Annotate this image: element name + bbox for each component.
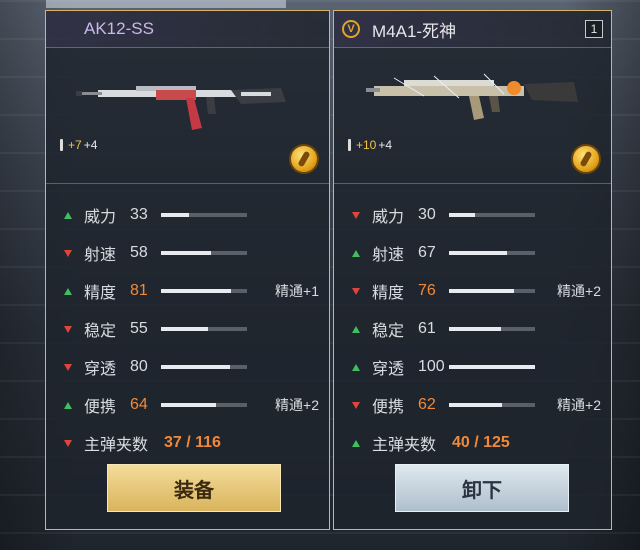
- stat-value: 100: [418, 358, 445, 375]
- mastery-bonus: 精通+2: [557, 283, 601, 299]
- stat-value: 33: [130, 206, 148, 223]
- stat-bar: [161, 403, 247, 407]
- legendary-v-icon: V: [342, 20, 360, 38]
- equip-button[interactable]: 装备: [107, 464, 281, 512]
- stat-bar: [449, 213, 535, 217]
- stat-row: 稳定 61: [334, 310, 611, 348]
- weapon-name: M4A1-死神: [372, 21, 457, 41]
- magazine-row: 主弹夹数 40 / 125: [334, 424, 611, 462]
- stat-bar: [161, 251, 247, 255]
- magazine-value: 37 / 116: [164, 434, 221, 451]
- stat-row: 穿透 80: [46, 348, 329, 386]
- arrow-up-icon: [64, 401, 72, 409]
- ammo-bonus: +10 +4: [348, 138, 392, 152]
- arrow-up-icon: [64, 287, 72, 295]
- ammo-extra-value: +4: [378, 138, 393, 152]
- m4a1-weapon-image: [366, 73, 578, 120]
- stat-row: 射速 67: [334, 234, 611, 272]
- mastery-bonus: 精通+2: [557, 397, 601, 413]
- stats-list: 威力 30 射速 67 精度 76 精通+2 稳定 61 穿透 100 便携 62 精通+2 主弹夹数 40 …: [334, 184, 611, 462]
- weapon-name: AK12-SS: [84, 19, 154, 38]
- stat-value: 55: [130, 320, 148, 337]
- stat-row: 威力 30: [334, 196, 611, 234]
- ammo-bonus: +7 +4: [60, 138, 97, 152]
- arrow-up-icon: [352, 249, 360, 257]
- stat-row: 威力 33: [46, 196, 329, 234]
- weapon-title: AK12-SS: [46, 11, 329, 48]
- stat-value: 64: [130, 396, 148, 413]
- stats-list: 威力 33 射速 58 精度 81 精通+1 稳定 55 穿透 80 便携 64 精通+2 主弹夹数 37 /…: [46, 184, 329, 462]
- weapon-preview: +7 +4: [46, 48, 329, 184]
- magazine-label: 主弹夹数: [84, 437, 149, 454]
- ammo-extra-value: +4: [83, 138, 98, 152]
- arrow-down-icon: [352, 287, 360, 295]
- stat-label: 精度: [372, 285, 405, 302]
- stat-bar: [161, 327, 247, 331]
- arrow-down-icon: [352, 211, 360, 219]
- stat-bar: [449, 365, 535, 369]
- arrow-up-icon: [64, 211, 72, 219]
- stat-bar: [449, 289, 535, 293]
- stat-row: 精度 76 精通+2: [334, 272, 611, 310]
- arrow-up-icon: [352, 439, 360, 447]
- stat-label: 射速: [84, 247, 117, 264]
- weapon-card-right: V M4A1-死神 1 +10 +4 威力 30 射速 67 精度 76 精通+2 稳定 61 穿…: [333, 10, 612, 530]
- ammo-bonus-value: +7: [68, 138, 82, 152]
- arrow-up-icon: [352, 325, 360, 333]
- stat-label: 穿透: [84, 361, 117, 378]
- arrow-down-icon: [64, 363, 72, 371]
- stat-row: 射速 58: [46, 234, 329, 272]
- stat-label: 便携: [372, 399, 405, 416]
- weapon-title: V M4A1-死神 1: [334, 11, 611, 48]
- stat-row: 便携 64 精通+2: [46, 386, 329, 424]
- ammo-bonus-value: +10: [356, 138, 377, 152]
- stat-label: 精度: [84, 285, 117, 302]
- stat-bar: [449, 403, 535, 407]
- stat-value: 30: [418, 206, 436, 223]
- arrow-down-icon: [64, 249, 72, 257]
- stat-row: 穿透 100: [334, 348, 611, 386]
- stat-label: 威力: [84, 209, 117, 226]
- bullet-icon: [348, 139, 351, 151]
- mastery-bonus: 精通+2: [275, 397, 319, 413]
- stat-bar: [449, 327, 535, 331]
- stat-value: 80: [130, 358, 148, 375]
- stat-bar: [161, 289, 247, 293]
- arrow-up-icon: [352, 363, 360, 371]
- magazine-row: 主弹夹数 37 / 116: [46, 424, 329, 462]
- stat-bar: [449, 251, 535, 255]
- stat-value: 81: [130, 282, 148, 299]
- stat-row: 便携 62 精通+2: [334, 386, 611, 424]
- stat-row: 稳定 55: [46, 310, 329, 348]
- stat-value: 67: [418, 244, 436, 261]
- unload-button[interactable]: 卸下: [395, 464, 569, 512]
- stat-label: 穿透: [372, 361, 405, 378]
- slot-number: 1: [585, 20, 603, 38]
- stat-label: 稳定: [372, 323, 405, 340]
- magazine-label: 主弹夹数: [372, 437, 437, 454]
- stat-bar: [161, 213, 247, 217]
- gold-coin-icon[interactable]: [571, 144, 601, 174]
- stat-row: 精度 81 精通+1: [46, 272, 329, 310]
- stat-label: 便携: [84, 399, 117, 416]
- stat-value: 76: [418, 282, 436, 299]
- gold-coin-icon[interactable]: [289, 144, 319, 174]
- stat-bar: [161, 365, 247, 369]
- stat-label: 威力: [372, 209, 405, 226]
- arrow-down-icon: [64, 325, 72, 333]
- weapon-card-left: AK12-SS +7 +4 威力 33 射速 58 精度 81 精通+1 稳定 55 穿透 80 便携…: [45, 10, 330, 530]
- arrow-down-icon: [352, 401, 360, 409]
- stat-label: 稳定: [84, 323, 117, 340]
- stat-value: 62: [418, 396, 436, 413]
- mastery-bonus: 精通+1: [275, 283, 319, 299]
- bullet-icon: [60, 139, 63, 151]
- top-tab-strip: [46, 0, 286, 8]
- weapon-preview: +10 +4: [334, 48, 611, 184]
- stat-value: 61: [418, 320, 436, 337]
- ak12-weapon-image: [76, 86, 286, 130]
- magazine-value: 40 / 125: [452, 434, 510, 451]
- stat-label: 射速: [372, 247, 405, 264]
- stat-value: 58: [130, 244, 148, 261]
- arrow-down-icon: [64, 439, 72, 447]
